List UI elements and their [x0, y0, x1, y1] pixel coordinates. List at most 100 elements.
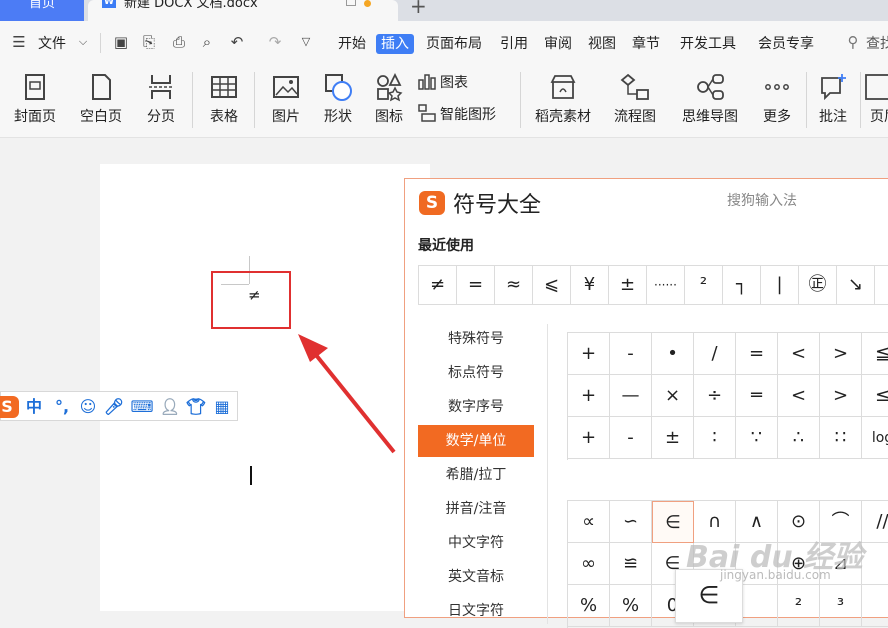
symbol-cell[interactable]: >: [820, 375, 862, 417]
header-button[interactable]: 页眉: [864, 66, 888, 138]
toolbox-grid-icon[interactable]: ▦: [211, 396, 233, 418]
recent-symbol[interactable]: ┐: [723, 266, 761, 304]
recent-symbol[interactable]: |: [761, 266, 799, 304]
symbol-cell[interactable]: —: [610, 375, 652, 417]
keyboard-icon[interactable]: ⌨: [129, 396, 155, 418]
smartart-button[interactable]: 智能图形: [416, 102, 516, 126]
page-break-button[interactable]: 分页: [136, 66, 186, 138]
flowchart-button[interactable]: 流程图: [604, 66, 666, 138]
symbol-cell[interactable]: ∵: [736, 417, 778, 459]
symbol-cell[interactable]: log: [862, 417, 888, 459]
menu-review[interactable]: 审阅: [544, 34, 572, 54]
menu-member[interactable]: 会员专享: [758, 34, 814, 54]
undo-icon[interactable]: ↶: [228, 33, 246, 51]
recent-symbol[interactable]: ⩽: [533, 266, 571, 304]
symbol-cell[interactable]: -: [610, 333, 652, 375]
blank-page-button[interactable]: 空白页: [70, 66, 132, 138]
symbol-cell[interactable]: <: [778, 333, 820, 375]
recent-symbol[interactable]: ²: [685, 266, 723, 304]
picture-button[interactable]: 图片: [260, 66, 312, 138]
symbol-cell[interactable]: ×: [652, 375, 694, 417]
recent-symbol[interactable]: ㊣: [799, 266, 837, 304]
hamburger-menu-icon[interactable]: ☰: [10, 33, 28, 51]
symbol-cell[interactable]: ≌: [610, 543, 652, 585]
symbol-cell[interactable]: ≤: [862, 375, 888, 417]
symbol-cell[interactable]: =: [736, 333, 778, 375]
symbol-cell[interactable]: %: [568, 585, 610, 627]
cover-page-button[interactable]: 封面页: [4, 66, 66, 138]
symbol-cell[interactable]: ²: [778, 585, 820, 627]
category-greek-latin[interactable]: 希腊/拉丁: [418, 459, 534, 491]
category-chinese[interactable]: 中文字符: [418, 527, 534, 559]
symbol-cell[interactable]: ═: [736, 375, 778, 417]
emoji-icon[interactable]: ☺: [77, 396, 99, 418]
print-icon[interactable]: ⎙: [170, 33, 188, 51]
menu-start[interactable]: 开始: [338, 34, 366, 54]
category-numbering[interactable]: 数字序号: [418, 391, 534, 423]
symbol-cell[interactable]: ∞: [568, 543, 610, 585]
category-math-unit[interactable]: 数学/单位: [418, 425, 534, 457]
symbol-cell[interactable]: ±: [652, 417, 694, 459]
category-pinyin[interactable]: 拼音/注音: [418, 493, 534, 525]
ime-punctuation-toggle[interactable]: °,: [49, 396, 75, 418]
symbol-cell[interactable]: [862, 543, 888, 585]
symbol-cell[interactable]: ∴: [778, 417, 820, 459]
microphone-icon[interactable]: 🎤︎: [103, 396, 125, 418]
symbol-cell[interactable]: [862, 585, 888, 627]
skin-shirt-icon[interactable]: 👕︎: [185, 396, 207, 418]
recent-symbol[interactable]: =: [457, 266, 495, 304]
icon-button[interactable]: 图标: [364, 66, 414, 138]
menu-developer[interactable]: 开发工具: [680, 34, 736, 54]
chevron-down-icon[interactable]: ⌵: [74, 33, 92, 51]
docer-material-button[interactable]: 稻壳素材: [528, 66, 598, 138]
comment-button[interactable]: 批注: [810, 66, 856, 138]
category-phonetic[interactable]: 英文音标: [418, 561, 534, 593]
category-special[interactable]: 特殊符号: [418, 323, 534, 355]
file-menu[interactable]: 文件: [38, 34, 66, 54]
symbol-cell[interactable]: ≦: [862, 333, 888, 375]
tab-document[interactable]: W 新建 DOCX 文档.docx: [88, 0, 398, 21]
sogou-logo-icon[interactable]: S: [0, 396, 19, 418]
symbol-cell[interactable]: +: [568, 417, 610, 459]
menu-insert[interactable]: 插入: [376, 34, 414, 54]
recent-symbol[interactable]: ↘: [837, 266, 875, 304]
symbol-cell[interactable]: ÷: [694, 375, 736, 417]
save-icon[interactable]: ▣: [112, 33, 130, 51]
menu-view[interactable]: 视图: [588, 34, 616, 54]
export-pdf-icon[interactable]: ⎘: [140, 33, 158, 51]
symbol-cell[interactable]: ³: [820, 585, 862, 627]
symbol-cell[interactable]: +: [568, 333, 610, 375]
print-preview-icon[interactable]: ⌕: [198, 33, 216, 51]
symbol-cell[interactable]: ∶: [694, 417, 736, 459]
symbol-cell[interactable]: ∝: [568, 501, 610, 543]
symbol-cell[interactable]: >: [820, 333, 862, 375]
user-icon[interactable]: 👤︎: [159, 396, 181, 418]
redo-icon[interactable]: ↷: [266, 33, 284, 51]
category-punctuation[interactable]: 标点符号: [418, 357, 534, 389]
symbol-cell[interactable]: -: [610, 417, 652, 459]
symbol-cell[interactable]: /: [694, 333, 736, 375]
menu-page-layout[interactable]: 页面布局: [426, 34, 482, 54]
customize-toolbar-icon[interactable]: ▽: [297, 33, 315, 51]
recent-symbol[interactable]: ±: [609, 266, 647, 304]
shape-button[interactable]: 形状: [312, 66, 364, 138]
new-tab-button[interactable]: +: [410, 0, 427, 18]
category-japanese[interactable]: 日文字符: [418, 595, 534, 627]
symbol-cell[interactable]: //: [862, 501, 888, 543]
table-button[interactable]: 表格: [198, 66, 250, 138]
monitor-icon[interactable]: [346, 0, 356, 6]
more-button[interactable]: 更多: [752, 66, 802, 138]
symbol-cell[interactable]: ∽: [610, 501, 652, 543]
chart-button[interactable]: 图表: [416, 70, 486, 94]
recent-symbol[interactable]: ······: [647, 266, 685, 304]
ime-mode-toggle[interactable]: 中: [23, 396, 45, 418]
symbol-cell[interactable]: ∷: [820, 417, 862, 459]
recent-symbol[interactable]: ≠: [419, 266, 457, 304]
search-icon[interactable]: ⚲: [844, 33, 862, 51]
search-label[interactable]: 查找: [866, 34, 888, 54]
tab-home[interactable]: 首页: [0, 0, 84, 21]
symbol-cell[interactable]: %: [610, 585, 652, 627]
symbol-cell[interactable]: +: [568, 375, 610, 417]
symbol-cell[interactable]: <: [778, 375, 820, 417]
mindmap-button[interactable]: 思维导图: [672, 66, 748, 138]
